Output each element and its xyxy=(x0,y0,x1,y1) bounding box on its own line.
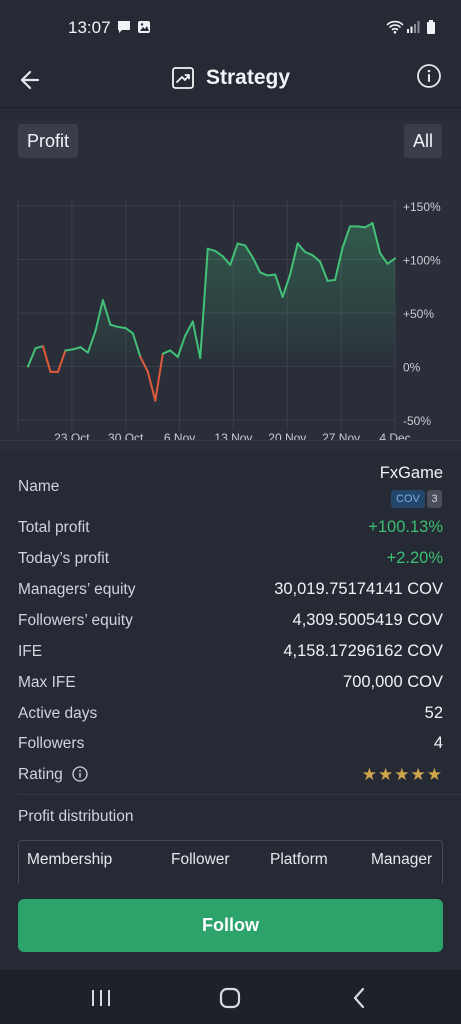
today-profit-row: Today’s profit +2.20% xyxy=(18,544,443,572)
profit-line-segment xyxy=(64,348,74,352)
followers-equity-label: Followers’ equity xyxy=(18,612,133,629)
x-tick-label: 13 Nov xyxy=(214,431,252,440)
ife-label: IFE xyxy=(18,643,43,660)
page-title: Strategy xyxy=(172,64,290,92)
signal-icon xyxy=(407,21,420,33)
message-icon xyxy=(118,21,130,33)
active-days-label: Active days xyxy=(18,705,98,722)
dist-col-membership: Membership xyxy=(27,851,113,868)
follow-button[interactable]: Follow xyxy=(18,899,443,952)
x-tick-label: 23 Oct xyxy=(54,431,90,440)
max-ife-row: Max IFE 700,000 COV xyxy=(18,668,443,696)
max-ife-label: Max IFE xyxy=(18,674,76,691)
profit-distribution-table: Membership Follower Platform Manager xyxy=(18,840,443,884)
followers-label: Followers xyxy=(18,735,85,752)
followers-equity-value: 4,309.5005419 COV xyxy=(292,611,443,629)
nav-back-icon[interactable] xyxy=(346,984,374,1012)
profit-line-segment xyxy=(356,225,367,229)
profit-line-segment xyxy=(116,325,127,329)
x-tick-label: 6 Nov xyxy=(164,431,195,440)
active-days-row: Active days 52 xyxy=(18,699,443,727)
info-icon[interactable] xyxy=(416,63,442,89)
max-ife-value: 700,000 COV xyxy=(343,673,443,691)
period-all-button[interactable]: All xyxy=(404,124,443,158)
rating-stars: ★★★★★ xyxy=(361,765,443,784)
total-profit-row: Total profit +100.13% xyxy=(18,513,443,541)
status-bar: 13:07 xyxy=(0,0,461,56)
page-title-text: Strategy xyxy=(206,66,291,89)
dist-col-manager: Manager xyxy=(371,851,433,868)
ife-row: IFE 4,158.17296162 COV xyxy=(18,637,443,665)
ife-value: 4,158.17296162 COV xyxy=(283,642,443,660)
y-tick-label: +100% xyxy=(403,254,441,268)
profit-line-segment xyxy=(326,278,337,282)
today-profit-label: Today’s profit xyxy=(18,550,110,567)
y-tick-label: +50% xyxy=(403,307,434,321)
y-tick-label: 0% xyxy=(403,361,421,375)
rating-info-icon[interactable] xyxy=(72,766,88,782)
managers-equity-row: Managers’ equity 30,019.75174141 COV xyxy=(18,575,443,603)
count-badge: 3 xyxy=(427,490,442,508)
rating-label-wrap: Rating xyxy=(18,766,88,784)
profit-tab[interactable]: Profit xyxy=(18,124,79,158)
home-icon[interactable] xyxy=(216,984,244,1012)
strategy-name: FxGame xyxy=(379,464,443,482)
today-profit-value: +2.20% xyxy=(386,549,443,567)
wifi-icon xyxy=(386,20,404,34)
system-nav-bar xyxy=(0,970,461,1024)
battery-icon xyxy=(427,20,435,34)
dist-col-platform: Platform xyxy=(270,851,328,868)
back-arrow-icon[interactable] xyxy=(16,62,48,98)
coin-badge: COV xyxy=(391,490,425,508)
profit-line-chart: +150% +100% +50% 0% -50% 23 Oct 30 Oct 6 Nov 13… xyxy=(17,200,441,440)
total-profit-label: Total profit xyxy=(18,519,90,536)
y-tick-label: +150% xyxy=(403,200,441,214)
chart-divider xyxy=(0,440,461,441)
details-divider xyxy=(18,794,461,795)
followers-row: Followers 4 xyxy=(18,729,443,757)
trending-up-icon xyxy=(172,67,194,89)
active-days-value: 52 xyxy=(424,704,443,722)
x-tick-label: 30 Oct xyxy=(108,431,144,440)
followers-value: 4 xyxy=(433,734,443,752)
followers-equity-row: Followers’ equity 4,309.5005419 COV xyxy=(18,606,443,634)
x-tick-label: 27 Nov xyxy=(322,431,360,440)
x-tick-label: 20 Nov xyxy=(268,431,306,440)
dist-col-follower: Follower xyxy=(171,851,230,868)
profit-distribution-title: Profit distribution xyxy=(18,808,134,825)
managers-equity-label: Managers’ equity xyxy=(18,581,136,598)
content: Profit All +150% +100% +50% 0% -50% 23 Oct 30… xyxy=(0,108,461,884)
image-icon xyxy=(138,21,150,33)
rating-label: Rating xyxy=(18,766,63,783)
y-tick-label: -50% xyxy=(403,414,431,428)
managers-equity-value: 30,019.75174141 COV xyxy=(274,580,443,598)
rating-row: Rating ★★★★★ xyxy=(18,760,443,788)
profit-area xyxy=(28,223,395,367)
name-label: Name xyxy=(18,478,60,495)
profit-line-segment xyxy=(146,370,157,402)
recent-apps-icon[interactable] xyxy=(87,984,115,1012)
status-time: 13:07 xyxy=(68,18,111,37)
total-profit-value: +100.13% xyxy=(368,518,443,536)
x-tick-label: 4 Dec xyxy=(379,431,410,440)
profit-chart-card: Profit All +150% +100% +50% 0% -50% 23 Oct 30… xyxy=(0,120,461,450)
profit-line-segment xyxy=(266,273,277,277)
app-bar: Strategy xyxy=(0,56,461,108)
